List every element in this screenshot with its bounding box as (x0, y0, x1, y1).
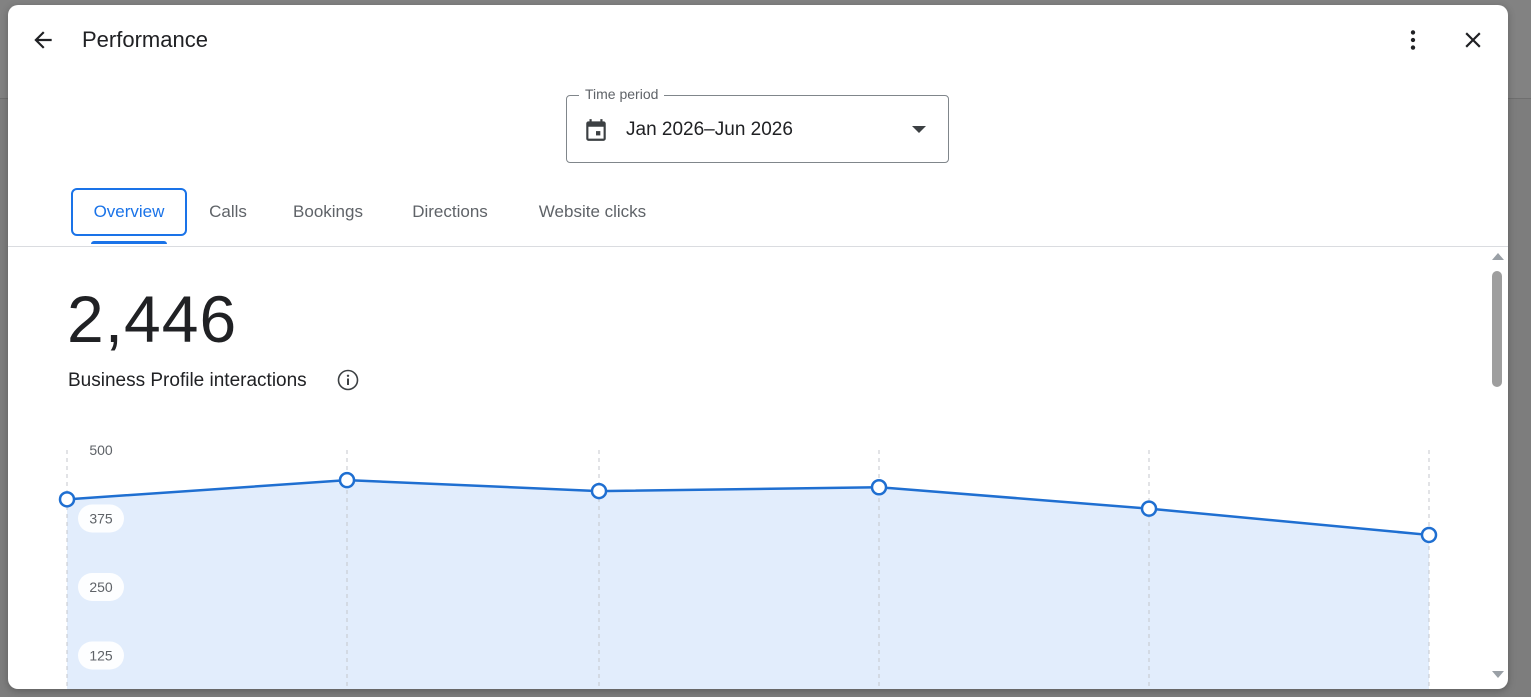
chart-tick-label: 125 (89, 648, 113, 664)
info-icon[interactable] (336, 368, 360, 392)
time-period-select[interactable]: Time period Jan 2026–Jun 2026 (566, 86, 949, 163)
more-vert-icon (1410, 30, 1416, 50)
scrollbar[interactable] (1488, 247, 1508, 689)
tab-bar: Overview Calls Bookings Directions Websi… (8, 188, 1508, 247)
chart-data-point (1140, 500, 1158, 517)
performance-dialog: Performance Time period Jan 2026–Jun 202… (8, 5, 1508, 689)
interactions-total: 2,446 (67, 282, 238, 356)
tab-overview[interactable]: Overview (71, 188, 187, 236)
chart-data-point (338, 471, 356, 489)
chart-data-point (870, 479, 888, 496)
dropdown-arrow-icon (912, 126, 926, 133)
chart-tick-label: 500 (89, 442, 113, 458)
back-button[interactable] (23, 20, 63, 60)
tab-bookings[interactable]: Bookings (276, 188, 380, 236)
tab-website-clicks[interactable]: Website clicks (520, 188, 665, 236)
dialog-header: Performance (8, 5, 1508, 77)
tab-directions[interactable]: Directions (394, 188, 506, 236)
time-period-value: Jan 2026–Jun 2026 (626, 119, 793, 140)
performance-content: 500 375 250 125 2,446 Business Profile inte… (8, 247, 1508, 689)
tab-calls[interactable]: Calls (197, 188, 259, 236)
interactions-label: Business Profile interactions (68, 370, 307, 391)
arrow-back-icon (34, 31, 52, 49)
chart-tick-label: 375 (89, 511, 113, 527)
calendar-icon (586, 119, 606, 141)
page-title: Performance (82, 27, 208, 52)
scrollbar-thumb[interactable] (1492, 271, 1502, 387)
close-button[interactable] (1453, 20, 1493, 60)
chart-data-point (58, 491, 76, 508)
scroll-up-arrow-icon[interactable] (1492, 253, 1504, 260)
tab-active-indicator (91, 241, 167, 244)
scroll-down-arrow-icon[interactable] (1492, 671, 1504, 678)
chart-data-point (1420, 526, 1438, 544)
chart-tick-label: 250 (89, 579, 113, 595)
chart-data-point (590, 482, 608, 500)
more-options-button[interactable] (1393, 20, 1433, 60)
chart-area-fill (67, 480, 1429, 689)
close-icon (1465, 32, 1481, 48)
time-period-label: Time period (579, 86, 665, 102)
